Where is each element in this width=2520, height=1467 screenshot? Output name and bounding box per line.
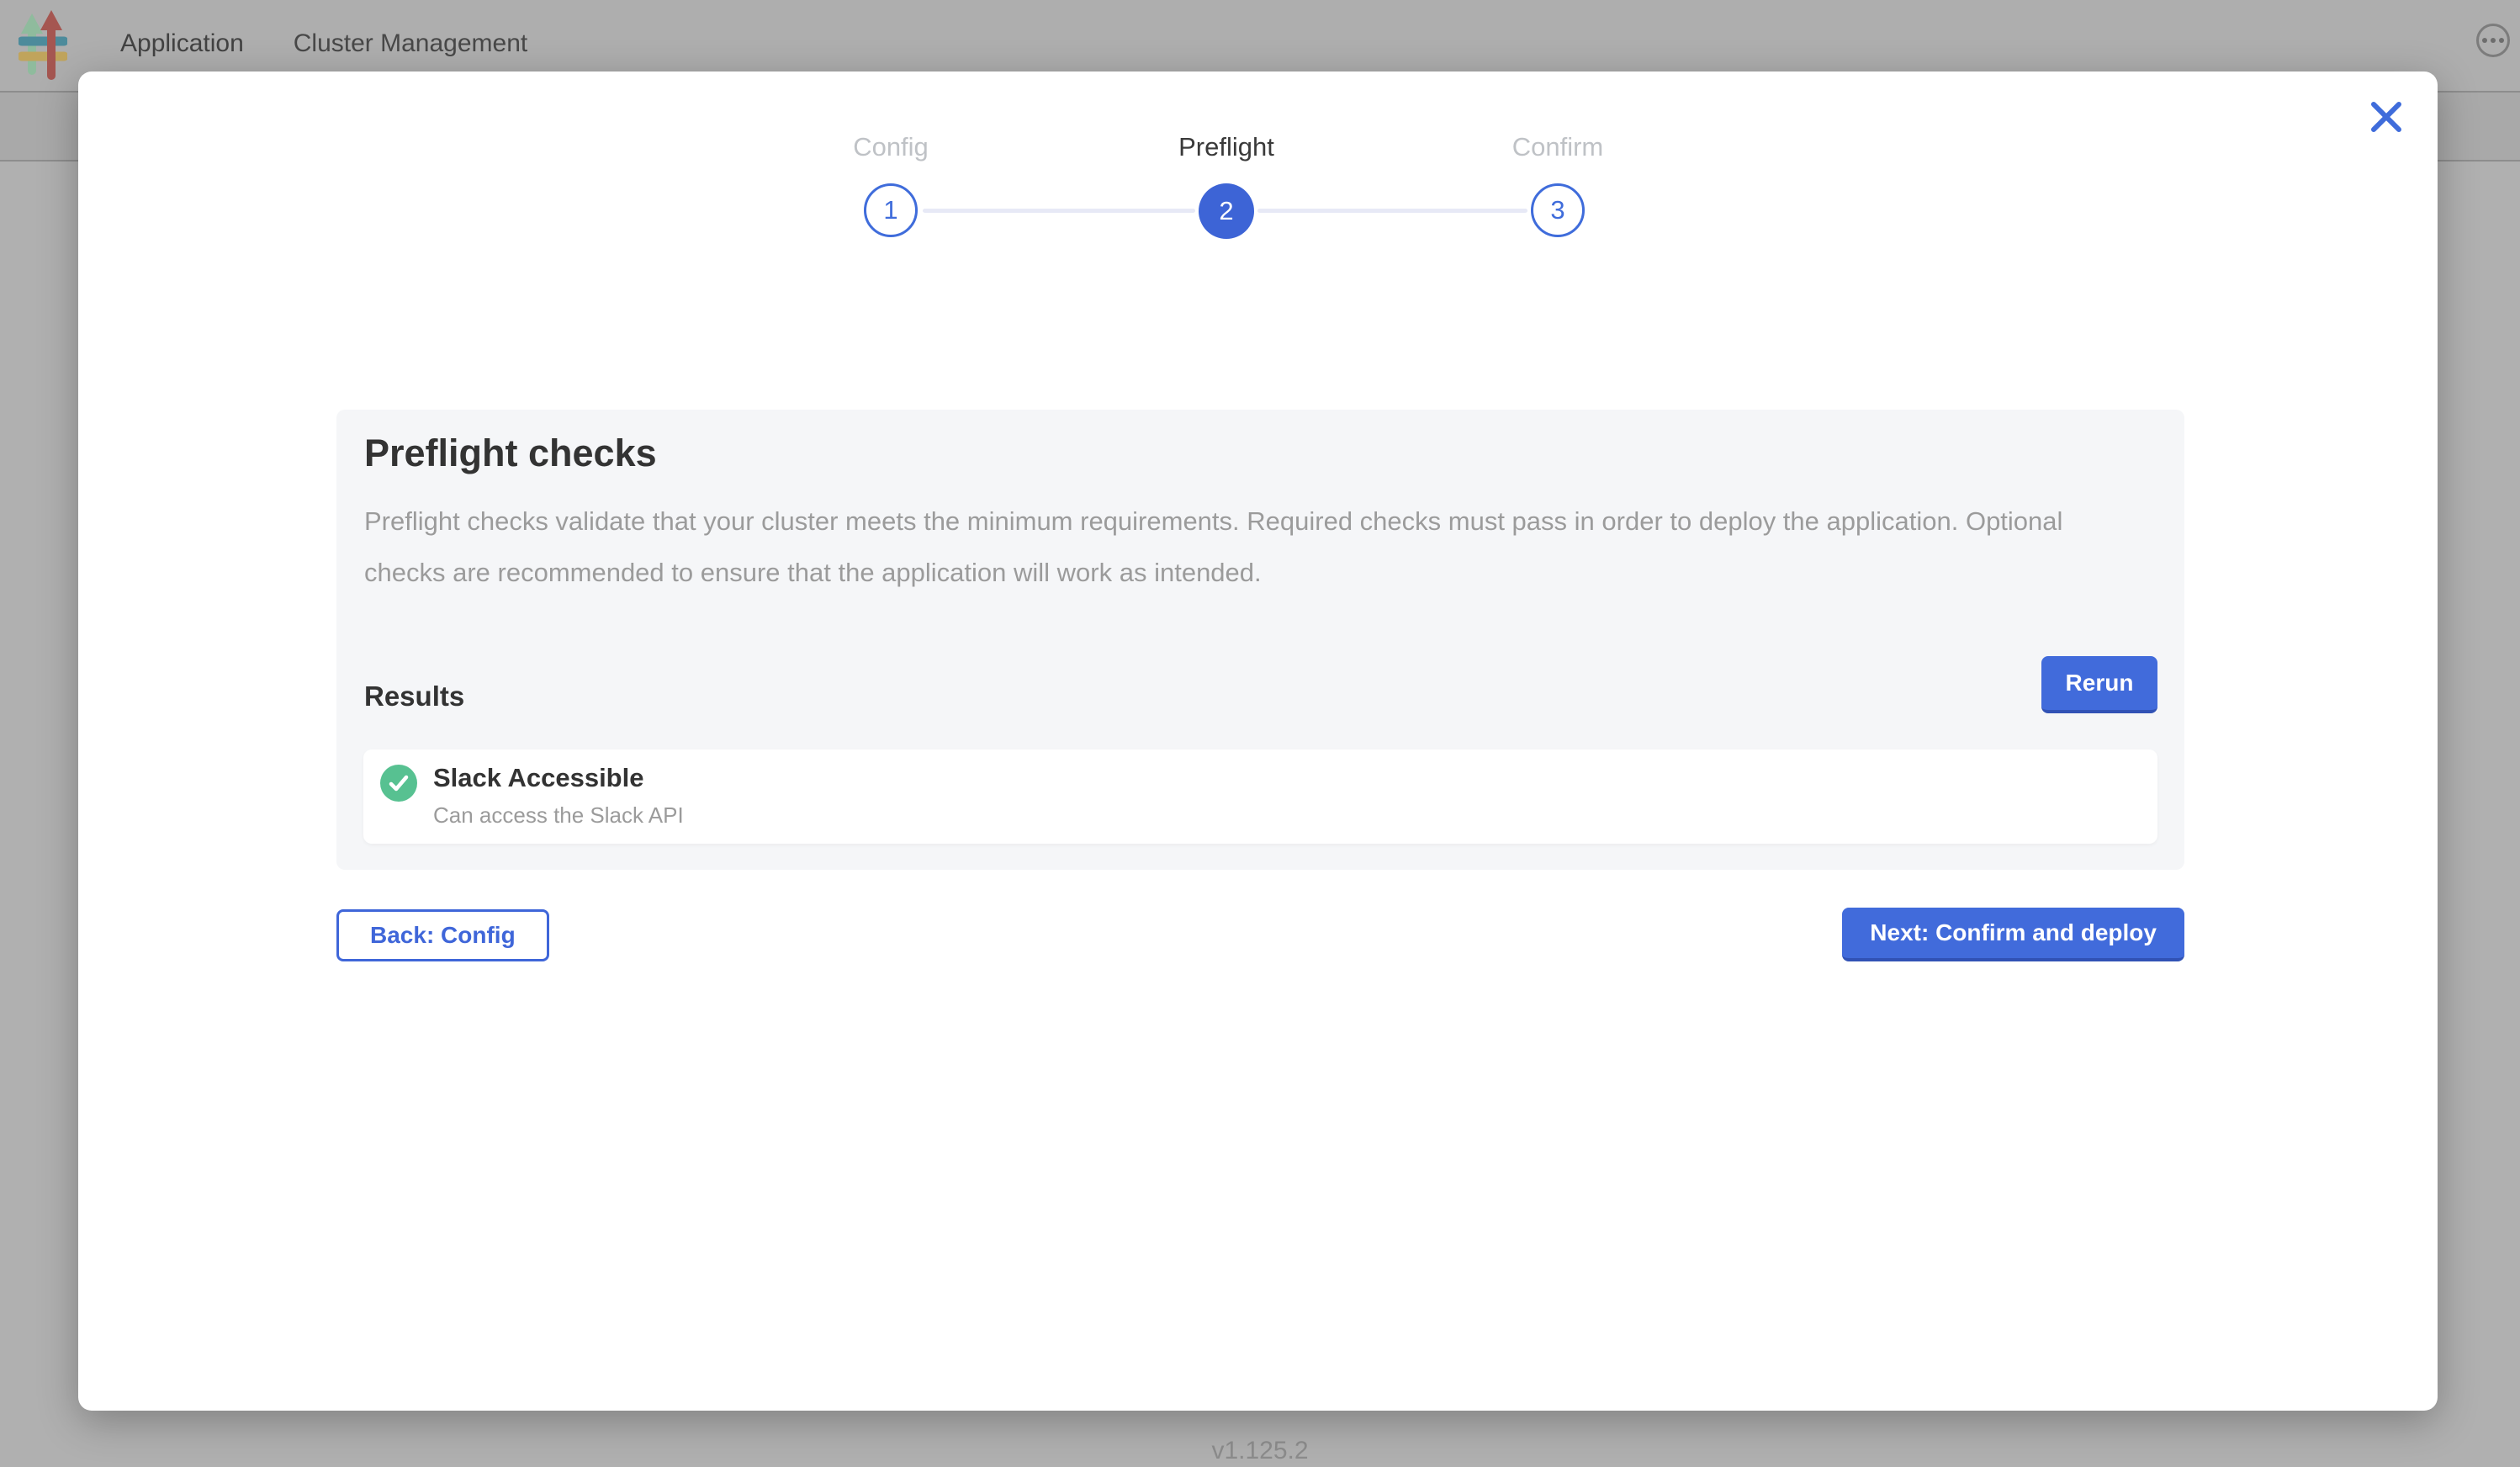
rerun-button[interactable]: Rerun — [2041, 656, 2157, 713]
result-description: Can access the Slack API — [433, 802, 684, 829]
ellipsis-icon[interactable] — [2476, 24, 2510, 57]
step-circle-config: 1 — [864, 183, 918, 237]
step-circle-confirm: 3 — [1531, 183, 1585, 237]
ellipsis-dot — [2491, 38, 2496, 43]
app-version-text: v1.125.2 — [0, 1437, 2520, 1465]
preflight-result-row: Slack Accessible Can access the Slack AP… — [363, 749, 2157, 844]
step-connector-line — [1257, 209, 1527, 213]
ellipsis-dot — [2499, 38, 2504, 43]
results-heading: Results — [364, 681, 464, 712]
app-logo-arrows-icon — [19, 7, 67, 85]
preflight-wizard-modal: Config Preflight Confirm 1 2 3 Preflight… — [78, 71, 2438, 1411]
nav-tab-application[interactable]: Application — [120, 29, 244, 58]
result-title: Slack Accessible — [433, 763, 643, 793]
back-config-button[interactable]: Back: Config — [336, 909, 549, 961]
next-confirm-deploy-button[interactable]: Next: Confirm and deploy — [1842, 908, 2184, 961]
preflight-checks-card: Preflight checks Preflight checks valida… — [336, 410, 2184, 870]
ellipsis-dot — [2482, 38, 2487, 43]
step-circle-preflight: 2 — [1199, 183, 1254, 239]
step-label-confirm: Confirm — [1432, 132, 1684, 162]
card-description: Preflight checks validate that your clus… — [364, 495, 2118, 598]
step-connector-line — [923, 209, 1195, 213]
nav-tab-cluster-management[interactable]: Cluster Management — [294, 29, 527, 58]
check-circle-icon — [380, 765, 417, 802]
close-icon[interactable] — [2364, 95, 2408, 139]
step-label-preflight: Preflight — [1100, 132, 1353, 162]
step-label-config: Config — [765, 132, 1017, 162]
card-title: Preflight checks — [364, 432, 657, 475]
